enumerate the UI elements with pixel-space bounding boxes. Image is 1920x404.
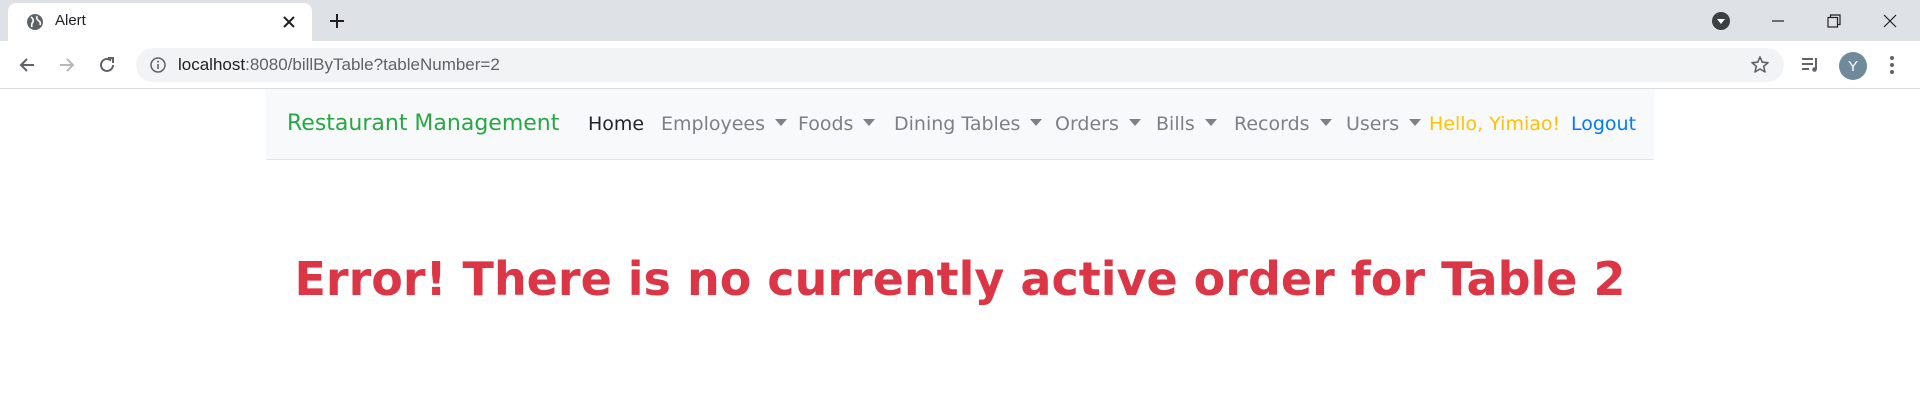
nav-home[interactable]: Home	[588, 113, 644, 135]
media-control-button[interactable]	[1799, 53, 1823, 77]
arrow-left-icon	[19, 58, 34, 72]
star-icon[interactable]	[1750, 55, 1770, 75]
nav-home-label: Home	[588, 113, 645, 135]
close-window-button[interactable]	[1862, 0, 1918, 41]
browser-tabstrip: Alert	[0, 0, 1920, 41]
nav-records-label: Records	[1234, 113, 1310, 135]
nav-records[interactable]: Records	[1234, 113, 1332, 135]
playlist-icon	[1802, 58, 1817, 72]
caret-down-icon	[1204, 119, 1217, 126]
url-host: localhost	[178, 55, 246, 74]
caret-down-icon	[863, 119, 876, 126]
tab-search-icon[interactable]	[1711, 11, 1731, 31]
caret-down-icon	[1128, 119, 1141, 126]
caret-down-icon	[1030, 119, 1043, 126]
browser-toolbar: localhost:8080/billByTable?tableNumber=2	[0, 41, 1920, 89]
globe-icon	[27, 14, 43, 30]
forward-button[interactable]	[55, 53, 79, 77]
reload-icon	[100, 57, 114, 72]
caret-down-icon	[1319, 119, 1332, 126]
caret-down-icon	[775, 119, 787, 126]
site-navbar: Restaurant Management Home Employees Foo…	[266, 89, 1654, 160]
logout-link[interactable]: Logout	[1571, 113, 1636, 135]
nav-foods-label: Foods	[798, 113, 854, 135]
user-greeting: Hello, Yimiao!	[1429, 113, 1561, 135]
arrow-right-icon	[60, 58, 75, 72]
profile-avatar[interactable]: Y	[1839, 52, 1867, 80]
address-bar[interactable]: localhost:8080/billByTable?tableNumber=2	[136, 48, 1784, 82]
browser-tab[interactable]: Alert	[8, 3, 312, 41]
tab-title: Alert	[55, 12, 86, 29]
reload-button[interactable]	[95, 53, 119, 77]
nav-users-label: Users	[1346, 113, 1400, 135]
error-message: Error! There is no currently active orde…	[294, 252, 1626, 306]
browser-menu-button[interactable]	[1880, 53, 1904, 77]
info-icon[interactable]	[150, 57, 166, 73]
nav-dining-tables-label: Dining Tables	[894, 113, 1021, 135]
restore-button[interactable]	[1806, 0, 1862, 41]
nav-dining-tables[interactable]: Dining Tables	[894, 113, 1043, 135]
nav-bills[interactable]: Bills	[1156, 113, 1217, 135]
nav-employees-label: Employees	[661, 113, 765, 135]
minimize-icon	[1772, 19, 1784, 22]
nav-bills-label: Bills	[1156, 113, 1195, 135]
nav-orders[interactable]: Orders	[1055, 113, 1141, 135]
restore-icon	[1827, 13, 1841, 28]
navbar-brand[interactable]: Restaurant Management	[287, 111, 559, 136]
close-tab-icon[interactable]	[280, 13, 298, 31]
minimize-button[interactable]	[1750, 0, 1806, 41]
nav-foods[interactable]: Foods	[798, 113, 876, 135]
nav-orders-label: Orders	[1055, 113, 1119, 135]
nav-users[interactable]: Users	[1346, 113, 1422, 135]
close-icon	[1883, 14, 1897, 27]
new-tab-icon[interactable]	[327, 11, 347, 31]
back-button[interactable]	[15, 53, 39, 77]
url-text[interactable]: localhost:8080/billByTable?tableNumber=2	[178, 55, 500, 75]
caret-down-icon	[1409, 119, 1422, 126]
url-path: :8080/billByTable?tableNumber=2	[245, 55, 500, 74]
more-vertical-icon	[1890, 56, 1894, 74]
nav-employees[interactable]: Employees	[661, 113, 787, 135]
